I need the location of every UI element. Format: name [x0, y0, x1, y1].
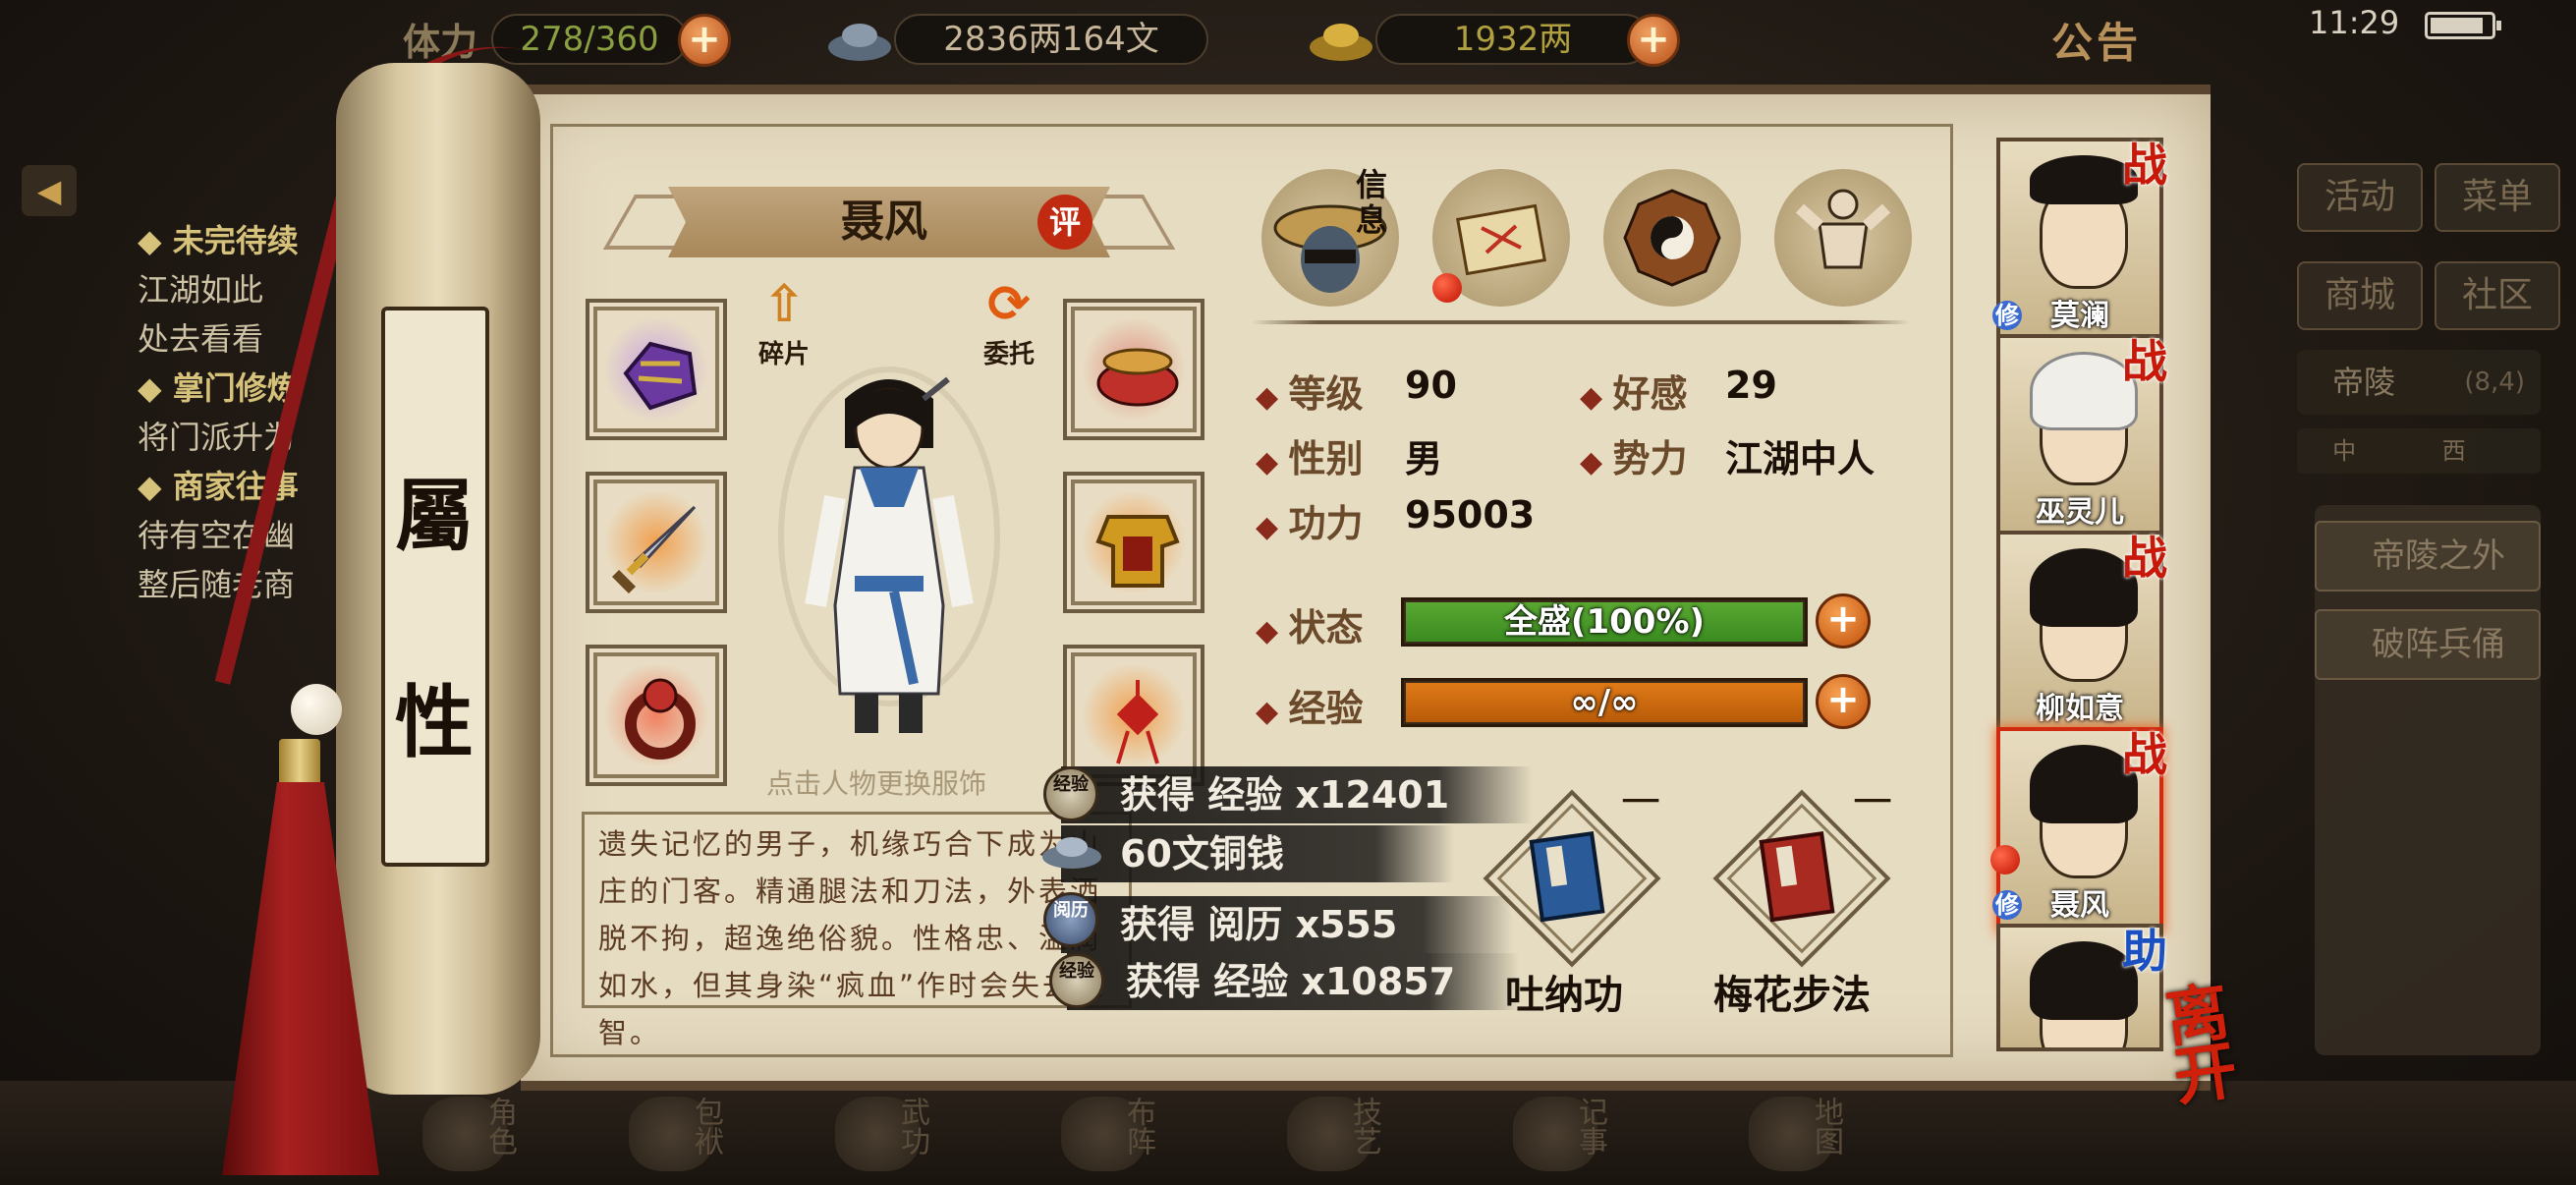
exp-add-button[interactable]: +: [1816, 674, 1871, 729]
assist-badge: 助: [2122, 925, 2167, 978]
exp-scroll-icon: 经验: [1043, 766, 1098, 821]
tab-divider: [1252, 320, 1910, 324]
battle-badge: 战: [2122, 728, 2167, 781]
level-label: 等级: [1256, 364, 1364, 418]
power-value: 95003: [1405, 493, 1536, 536]
nav-skill[interactable]: 技艺: [1287, 1089, 1405, 1179]
gender-label: 性别: [1256, 428, 1364, 482]
tassel-cap: [279, 739, 320, 786]
cycle-arrow-icon: ⟳: [987, 275, 1031, 334]
nav-role[interactable]: 角色: [422, 1089, 540, 1179]
nav-martial[interactable]: 武功: [835, 1089, 953, 1179]
faction-label: 势力: [1580, 428, 1688, 482]
bagua-icon: [1623, 189, 1721, 287]
silver-ingot-icon: [1037, 821, 1106, 876]
cultivate-badge: 修: [1992, 890, 2022, 920]
collapse-arrow-icon[interactable]: ◀: [22, 165, 77, 216]
equip-slot-gloves[interactable]: [586, 299, 727, 440]
tab-bagua[interactable]: [1603, 169, 1741, 307]
equip-slot-armor[interactable]: [1063, 472, 1204, 613]
up-arrow-icon: ⇧: [762, 275, 806, 334]
blade-icon: [611, 505, 697, 594]
armor-icon: [1095, 515, 1180, 588]
location-coord: (8,4): [2464, 367, 2525, 397]
nav-journal[interactable]: 记事: [1513, 1089, 1631, 1179]
cultivate-badge: 修: [1992, 301, 2022, 330]
activity-button[interactable]: 活动: [2297, 163, 2423, 232]
skill-level: 一: [1853, 780, 1892, 825]
muscle-body-icon: [1795, 189, 1891, 269]
equip-slot-accessory[interactable]: [1063, 645, 1204, 786]
tab-meridian[interactable]: [1774, 169, 1912, 307]
fragment-button[interactable]: ⇧ 碎片: [745, 275, 823, 373]
battle-badge: 战: [2122, 139, 2167, 192]
shop-button[interactable]: 商城: [2297, 261, 2423, 330]
hero-name-plate: 聂风 评: [602, 183, 1176, 261]
reward-notification: 获得 阅历 x555: [1061, 896, 1513, 953]
scroll-title-bottom: 性: [395, 676, 474, 768]
menu-button[interactable]: 菜单: [2435, 163, 2560, 232]
exp-bar-text: ∞/∞: [1570, 683, 1639, 722]
knot-charm-icon: [1116, 680, 1159, 764]
battle-badge: 战: [2122, 532, 2167, 585]
power-label: 功力: [1256, 493, 1364, 547]
battle-badge: 战: [2122, 335, 2167, 388]
status-bar: 全盛(100%): [1401, 597, 1808, 647]
hero-figure[interactable]: [776, 360, 1002, 753]
reward-notification: 获得 经验 x10857: [1067, 953, 1519, 1010]
affection-label: 好感: [1580, 364, 1688, 418]
gold-ingot-icon: [1307, 12, 1375, 67]
skill-name: 梅花步法: [1713, 973, 1871, 1018]
location-display: 帝陵 (8,4): [2297, 350, 2541, 415]
faction-value: 江湖中人: [1725, 437, 1876, 480]
copper-value: 2836两164文: [894, 14, 1208, 65]
crown-icon: [1096, 348, 1179, 407]
compass-bar: 中 西: [2297, 428, 2541, 474]
change-outfit-hint[interactable]: 点击人物更换服饰: [766, 762, 986, 802]
ring-icon: [625, 678, 696, 760]
status-label: 状态: [1256, 597, 1364, 651]
nav-map[interactable]: 地图: [1749, 1089, 1867, 1179]
jade-bead-icon: [291, 684, 342, 735]
gold-add-button[interactable]: +: [1627, 14, 1680, 67]
nav-formation[interactable]: 布阵: [1061, 1089, 1179, 1179]
equip-slot-ring[interactable]: [586, 645, 727, 786]
status-bar-text: 全盛(100%): [1503, 602, 1706, 642]
destination-button[interactable]: 破阵兵俑: [2315, 609, 2541, 680]
community-button[interactable]: 社区: [2435, 261, 2560, 330]
reward-notification: 60文铜钱: [1061, 825, 1454, 882]
affection-value: 29: [1725, 364, 1777, 407]
nav-bag[interactable]: 包袱: [629, 1089, 747, 1179]
rate-button[interactable]: 评: [1037, 195, 1092, 250]
skill-level: 一: [1621, 780, 1660, 825]
skill-name: 吐纳功: [1505, 973, 1623, 1018]
leave-button[interactable]: 离开: [2161, 975, 2298, 1127]
gender-value: 男: [1405, 437, 1443, 480]
gloves-icon: [623, 341, 698, 411]
delegate-button[interactable]: ⟳ 委托: [965, 275, 1053, 373]
clock: 11:29: [2309, 4, 2400, 41]
exp-label: 经验: [1256, 678, 1364, 732]
alert-dot: [1990, 845, 2020, 875]
level-value: 90: [1405, 364, 1457, 407]
notice-button[interactable]: 公告: [2051, 10, 2142, 70]
reward-notification: 获得 经验 x12401: [1061, 766, 1533, 823]
hero-name: 聂风: [841, 197, 927, 247]
gold-value: 1932两: [1375, 14, 1651, 65]
tab-info-label: 信息: [1356, 166, 1388, 239]
status-add-button[interactable]: +: [1816, 593, 1871, 649]
scroll-title-top: 屬: [395, 470, 474, 562]
scroll-title: 屬 性: [385, 413, 483, 825]
map-alert-dot: [1432, 273, 1462, 303]
insight-scroll-icon: 阅历: [1043, 892, 1098, 947]
exp-scroll-icon: 经验: [1049, 953, 1104, 1008]
stamina-add-button[interactable]: +: [678, 14, 731, 67]
copper-ingot-icon: [825, 12, 894, 67]
battery-icon: [2425, 12, 2501, 39]
equip-slot-weapon[interactable]: [586, 472, 727, 613]
location-name: 帝陵: [2332, 364, 2396, 401]
destination-button[interactable]: 帝陵之外: [2315, 521, 2541, 592]
exp-bar: ∞/∞: [1401, 678, 1808, 727]
equip-slot-headgear[interactable]: [1063, 299, 1204, 440]
